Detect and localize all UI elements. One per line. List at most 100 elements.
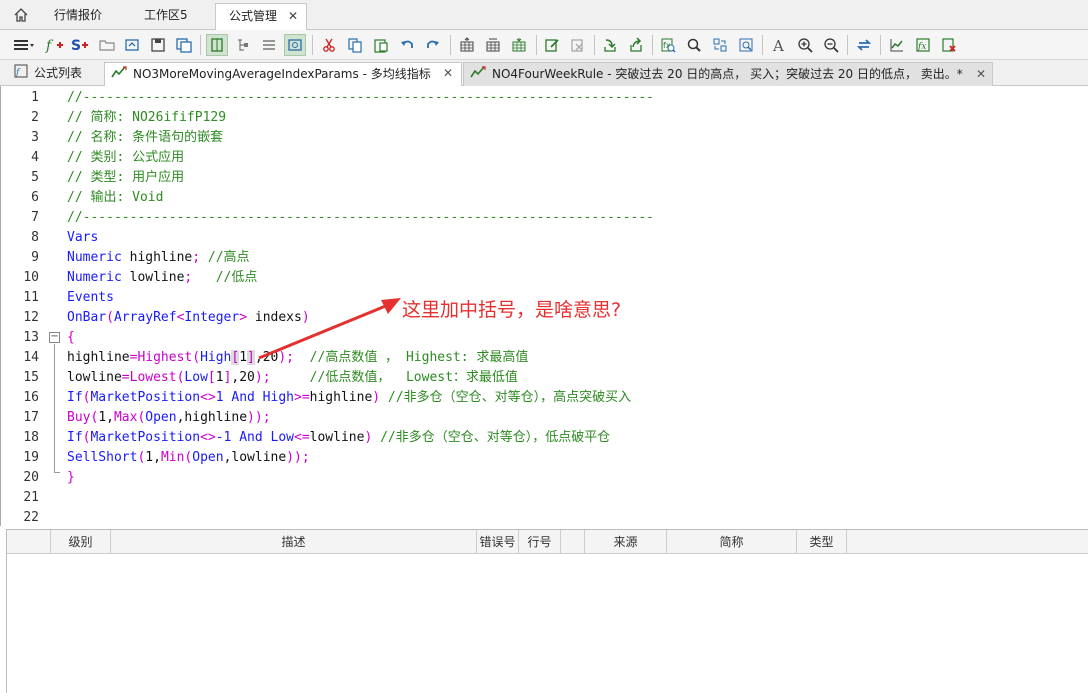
home-icon[interactable] (8, 4, 34, 26)
column-description[interactable]: 描述 (111, 530, 477, 554)
toolbar-separator (762, 35, 763, 55)
code-token: Buy (67, 410, 91, 425)
chart-icon[interactable] (886, 34, 908, 56)
column-line-no[interactable]: 行号 (519, 530, 561, 554)
code-line: // 输出: Void (67, 190, 164, 205)
undo-icon[interactable] (396, 34, 418, 56)
menu-icon[interactable] (10, 34, 38, 56)
line-number: 15 (23, 370, 39, 385)
save-icon[interactable] (147, 34, 169, 56)
new-formula-icon[interactable]: f (44, 34, 66, 56)
code-line: // 名称: 条件语句的嵌套 (67, 130, 224, 145)
code-token: >= (294, 390, 310, 405)
code-line: { (67, 330, 75, 345)
column-type[interactable]: 类型 (797, 530, 847, 554)
search-icon[interactable] (683, 34, 705, 56)
line-number: 9 (31, 250, 39, 265)
code-token: ( (106, 310, 114, 325)
close-icon[interactable]: ✕ (443, 62, 461, 86)
tab-no3-more-moving-average[interactable]: NO3MoreMovingAverageIndexParams - 多均线指标 (104, 62, 462, 86)
code-line: Vars (67, 230, 99, 245)
open-icon[interactable] (121, 34, 143, 56)
replace-icon[interactable] (709, 34, 731, 56)
code-token: highline (309, 390, 373, 405)
line-number: 21 (23, 490, 39, 505)
column-error-no[interactable]: 错误号 (477, 530, 519, 554)
paste-icon[interactable] (370, 34, 392, 56)
fold-toggle-icon[interactable]: − (49, 332, 60, 343)
code-line: Events (67, 290, 114, 305)
code-token: 1, (98, 410, 114, 425)
open-folder-icon[interactable] (96, 34, 118, 56)
edit-icon[interactable] (541, 34, 563, 56)
zoom-in-icon[interactable] (794, 34, 816, 56)
fold-guide (54, 344, 55, 472)
close-icon[interactable]: ✕ (288, 4, 298, 29)
column-source[interactable]: 来源 (585, 530, 667, 554)
code-token: Low (262, 430, 295, 445)
fold-margin: − (45, 86, 65, 524)
find-in-files-icon[interactable]: fx (657, 34, 679, 56)
code-token: Numeric (67, 250, 122, 265)
code-token: highline (121, 250, 193, 265)
tab-workspace-5[interactable]: 工作区5 (144, 3, 188, 30)
code-token: <= (294, 430, 310, 445)
redo-icon[interactable] (422, 34, 444, 56)
tab-formula-list[interactable]: f 公式列表 (14, 62, 82, 86)
delete-icon[interactable] (938, 34, 960, 56)
column-short-name[interactable]: 简称 (667, 530, 797, 554)
find-image-icon[interactable] (735, 34, 757, 56)
file-tab-bar: f 公式列表 NO3MoreMovingAverageIndexParams -… (0, 60, 1088, 86)
column-blank (561, 530, 585, 554)
column-level[interactable]: 级别 (51, 530, 111, 554)
line-number: 17 (23, 410, 39, 425)
toolbar-separator (536, 35, 537, 55)
code-token: )); (247, 410, 271, 425)
compile-icon[interactable]: fx (912, 34, 934, 56)
code-token: If (67, 390, 83, 405)
indicator-icon (470, 64, 486, 86)
line-number: 2 (31, 110, 39, 125)
code-token: High (254, 390, 294, 405)
grid-1-icon[interactable] (456, 34, 478, 56)
code-token: OnBar (67, 310, 107, 325)
tab-no4-four-week-rule[interactable]: NO4FourWeekRule - 突破过去 20 日的高点， 买入；突破过去 … (463, 62, 993, 86)
code-token: lowline (309, 430, 365, 445)
tab-formula-management[interactable]: 公式管理 ✕ (215, 3, 307, 30)
swap-icon[interactable] (853, 34, 875, 56)
view-mode-2-icon[interactable] (232, 34, 254, 56)
line-number-gutter: 1 2 3 4 5 6 7 8 9 10 11 12 13 14 15 16 1… (1, 86, 45, 525)
tab-market-quotes[interactable]: 行情报价 (54, 3, 102, 30)
grid-2-icon[interactable] (482, 34, 504, 56)
view-mode-3-icon[interactable] (258, 34, 280, 56)
import-icon[interactable] (599, 34, 621, 56)
code-token: Highest (137, 350, 193, 365)
line-number: 4 (31, 150, 39, 165)
code-line: // 类型: 用户应用 (67, 170, 185, 185)
save-all-icon[interactable] (173, 34, 195, 56)
code-token: ; (192, 250, 201, 265)
line-number: 18 (23, 430, 39, 445)
export-icon[interactable] (625, 34, 647, 56)
code-token: ArrayRef (113, 310, 177, 325)
grid-3-icon[interactable] (508, 34, 530, 56)
zoom-out-icon[interactable] (820, 34, 842, 56)
close-icon[interactable]: ✕ (976, 63, 986, 85)
line-number: 6 (31, 190, 39, 205)
disabled-edit-icon[interactable] (567, 34, 589, 56)
cut-icon[interactable] (318, 34, 340, 56)
code-line: If(MarketPosition<>1 And High>=highline)… (67, 388, 631, 408)
line-number: 8 (31, 230, 39, 245)
view-mode-4-icon[interactable] (284, 34, 306, 56)
code-token: ( (192, 350, 201, 365)
fold-guide-end (54, 472, 60, 473)
tab-no4-label: NO4FourWeekRule - 突破过去 20 日的高点， 买入；突破过去 … (492, 67, 963, 81)
copy-icon[interactable] (344, 34, 366, 56)
new-signal-icon[interactable]: S (69, 34, 91, 56)
toolbar-separator (450, 35, 451, 55)
line-number: 22 (23, 510, 39, 525)
tab-no3-label: NO3MoreMovingAverageIndexParams - 多均线指标 (133, 67, 431, 81)
view-mode-1-icon[interactable] (206, 34, 228, 56)
output-grid[interactable]: 级别 描述 错误号 行号 来源 简称 类型 (6, 529, 1088, 693)
font-icon[interactable]: A (768, 34, 790, 56)
